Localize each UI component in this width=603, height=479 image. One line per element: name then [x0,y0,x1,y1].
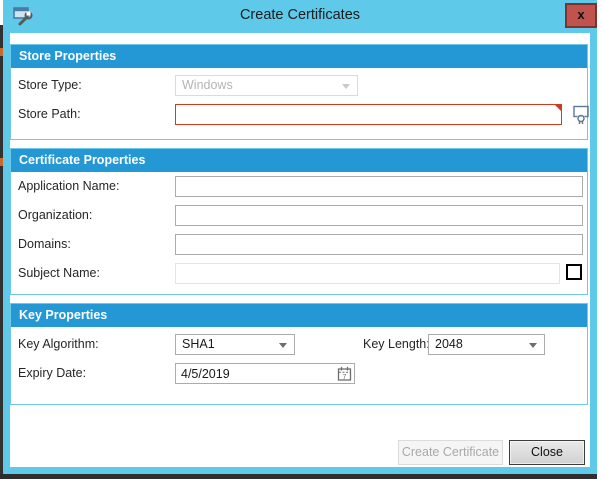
certificate-properties-header: Certificate Properties [11,149,587,172]
key-algorithm-dropdown[interactable]: SHA1 [175,334,295,355]
organization-input[interactable] [175,205,583,226]
key-properties-header: Key Properties [11,304,587,327]
titlebar[interactable]: Create Certificates x [3,0,597,33]
store-properties-header: Store Properties [11,45,587,68]
store-type-label: Store Type: [18,75,82,96]
application-name-input[interactable] [175,176,583,197]
dialog-content: Store Properties Store Type: Windows Sto… [10,33,590,467]
expiry-date-label: Expiry Date: [18,363,86,384]
key-length-dropdown[interactable]: 2048 [428,334,545,355]
application-name-label: Application Name: [18,176,119,197]
validation-error-marker [555,105,562,112]
certificate-browse-icon[interactable] [572,105,590,125]
close-window-button[interactable]: x [565,3,597,28]
subject-name-checkbox[interactable] [566,264,582,280]
store-type-dropdown: Windows [175,75,358,96]
store-type-value: Windows [182,78,233,92]
key-length-value: 2048 [435,337,463,351]
desktop-edge-bottom [0,474,597,479]
subject-name-input[interactable] [175,263,560,284]
close-button[interactable]: Close [509,440,585,465]
create-certificate-button: Create Certificate [398,440,503,465]
domains-input[interactable] [175,234,583,255]
calendar-icon[interactable]: 7 [337,366,352,382]
expiry-date-input[interactable] [175,363,355,384]
key-length-label: Key Length: [363,334,430,355]
organization-label: Organization: [18,205,92,226]
store-path-label: Store Path: [18,104,81,125]
subject-name-label: Subject Name: [18,263,100,284]
create-certificates-dialog: Create Certificates x Store Properties S… [3,0,597,474]
store-path-input[interactable] [175,104,562,125]
dialog-title: Create Certificates [3,0,597,33]
svg-text:7: 7 [343,374,347,381]
key-algorithm-label: Key Algorithm: [18,334,99,355]
chevron-down-icon [342,84,350,89]
chevron-down-icon [529,343,537,348]
chevron-down-icon [279,343,287,348]
domains-label: Domains: [18,234,71,255]
key-algorithm-value: SHA1 [182,337,215,351]
